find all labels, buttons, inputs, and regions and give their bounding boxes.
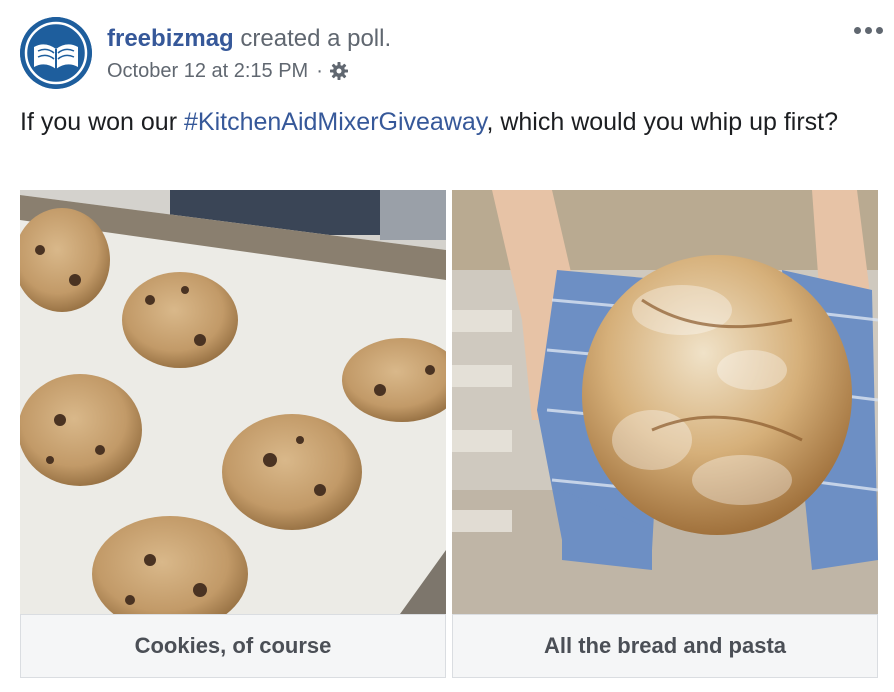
- page-name-link[interactable]: freebizmag: [107, 25, 234, 52]
- more-options-icon[interactable]: [850, 20, 886, 40]
- page-avatar[interactable]: [20, 17, 92, 89]
- post-header: freebizmag created a poll.: [107, 24, 391, 54]
- poll-option-label: All the bread and pasta: [452, 614, 878, 678]
- post-action-text: created a poll.: [240, 25, 392, 52]
- bread-loaf-image: [452, 190, 878, 614]
- question-text-after: , which would you whip up first?: [486, 108, 838, 136]
- gear-icon[interactable]: [329, 61, 349, 81]
- poll-option-label: Cookies, of course: [20, 614, 446, 678]
- more-dot: [853, 26, 861, 34]
- poll-option-cookies[interactable]: Cookies, of course: [20, 190, 446, 678]
- poll-option-bread[interactable]: All the bread and pasta: [452, 190, 878, 678]
- hashtag-link[interactable]: #KitchenAidMixerGiveaway: [184, 108, 486, 136]
- meta-separator: ·: [316, 60, 323, 82]
- poll-post: freebizmag created a poll. October 12 at…: [0, 0, 894, 692]
- post-meta: October 12 at 2:15 PM ·: [107, 58, 349, 84]
- more-dot: [864, 26, 872, 34]
- open-book-logo-icon: [20, 17, 92, 89]
- more-dot: [875, 26, 883, 34]
- cookie-dough-image: [20, 190, 446, 614]
- question-text-before: If you won our: [20, 108, 184, 136]
- poll-question: If you won our #KitchenAidMixerGiveaway,…: [20, 104, 860, 140]
- post-timestamp[interactable]: October 12 at 2:15 PM: [107, 58, 308, 84]
